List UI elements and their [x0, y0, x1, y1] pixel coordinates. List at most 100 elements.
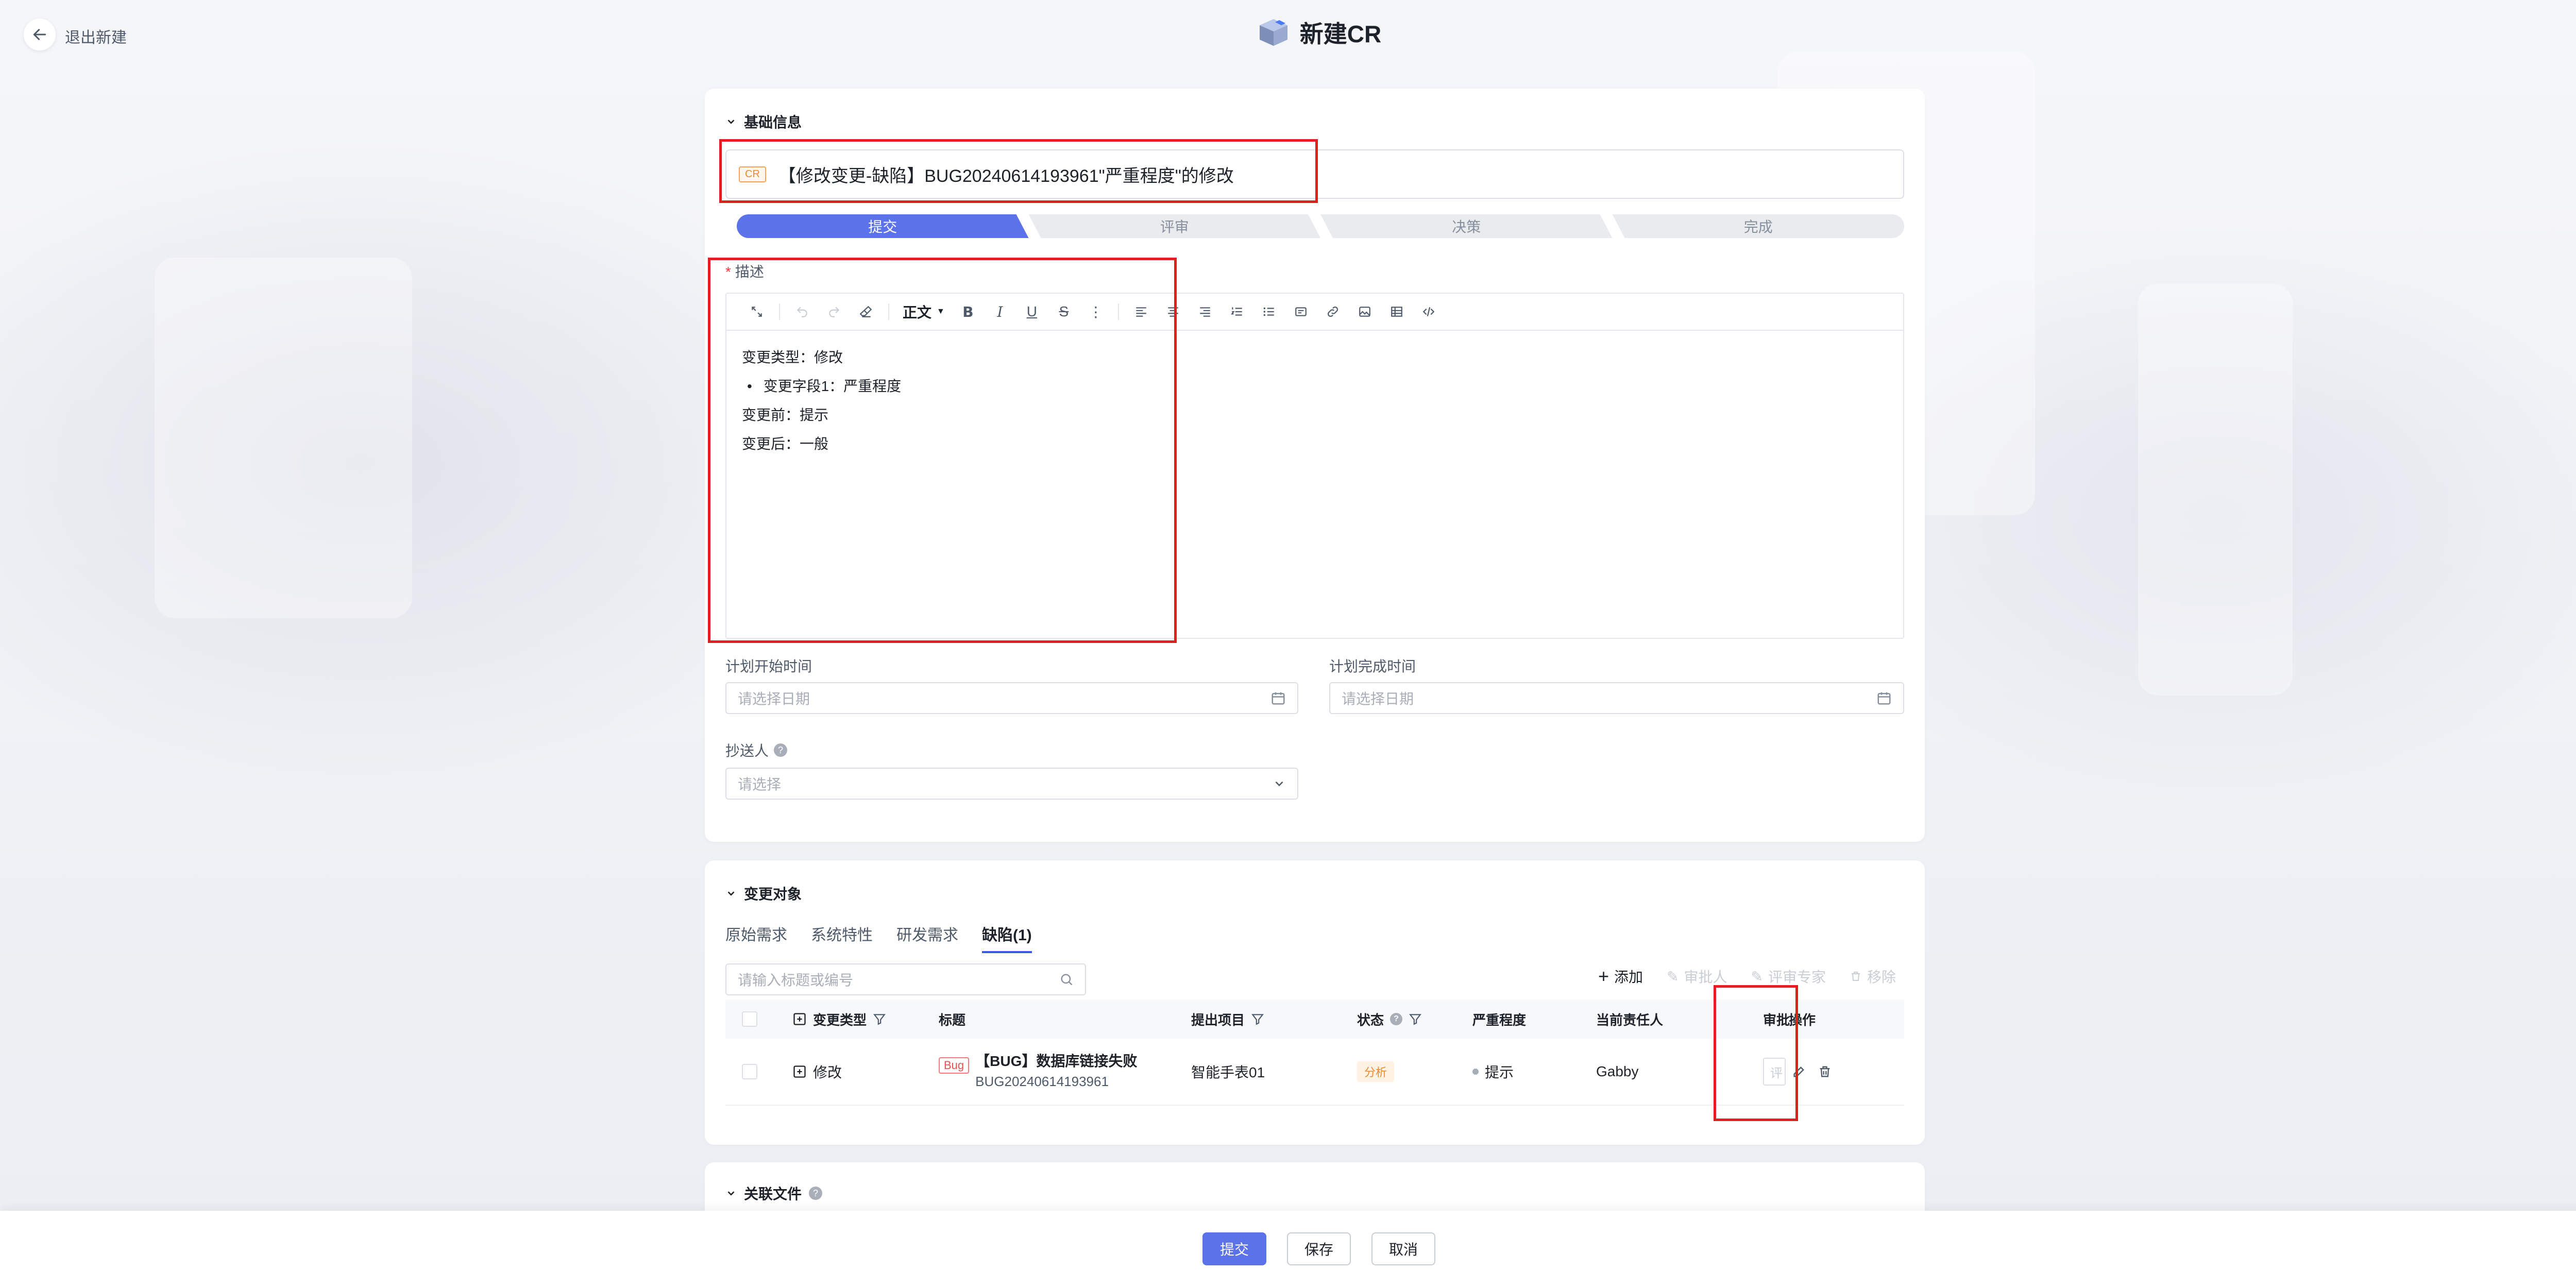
cc-label-text: 抄送人 [725, 743, 769, 759]
ordered-list-icon[interactable] [1221, 299, 1253, 324]
review-expert-label: 评审专家 [1768, 969, 1826, 985]
col-actions: 操作 [1789, 1012, 1816, 1028]
table-icon[interactable] [1381, 299, 1413, 324]
help-icon[interactable]: ? [1390, 1013, 1403, 1025]
italic-icon[interactable]: I [984, 299, 1016, 324]
approver-button[interactable]: ✎ 审批人 [1667, 966, 1727, 987]
row-title-block: 【BUG】数据库链接失败 BUG20240614193961 [975, 1050, 1137, 1090]
editor-toolbar: 正文 ▼ B I U S ⋮ [726, 294, 1903, 331]
bullet-list-icon[interactable] [1253, 299, 1285, 324]
plus-square-icon[interactable] [792, 1012, 807, 1026]
progress-steps: 提交 评审 决策 完成 [737, 214, 1904, 238]
more-icon[interactable]: ⋮ [1080, 299, 1112, 324]
row-checkbox[interactable] [742, 1064, 757, 1079]
row-title[interactable]: 【BUG】数据库链接失败 [975, 1050, 1137, 1071]
col-change-type: 变更类型 [813, 1012, 867, 1028]
plan-end-input[interactable]: 请选择日期 [1329, 682, 1904, 714]
submit-button[interactable]: 提交 [1202, 1232, 1266, 1265]
image-icon[interactable] [1349, 299, 1381, 324]
editor-bullet-line: • 变更字段1：严重程度 [747, 378, 902, 394]
undo-icon[interactable] [786, 299, 818, 324]
align-left-icon[interactable] [1125, 299, 1157, 324]
filter-icon[interactable] [1251, 1012, 1264, 1026]
align-center-icon[interactable] [1157, 299, 1189, 324]
link-icon[interactable] [1317, 299, 1349, 324]
search-icon [1061, 974, 1073, 986]
chevron-down-icon [727, 1191, 735, 1196]
review-input[interactable]: 评 [1763, 1058, 1786, 1086]
calendar-icon [1272, 692, 1285, 705]
footer-bar: 提交 保存 取消 [0, 1211, 2576, 1287]
select-all-checkbox[interactable] [742, 1011, 757, 1027]
edit-icon[interactable] [1792, 1064, 1806, 1079]
required-mark: * [725, 264, 731, 280]
eraser-icon[interactable] [850, 299, 882, 324]
col-review: 审批 [1763, 1012, 1790, 1028]
add-label: 添加 [1614, 969, 1643, 985]
description-label-text: 描述 [735, 264, 764, 280]
editor-content[interactable]: 变更类型：修改 • 变更字段1：严重程度 变更前：提示 变更后：一般 [726, 331, 1903, 471]
help-icon[interactable]: ? [774, 743, 788, 757]
editor-line: 变更前：提示 [742, 407, 829, 423]
review-expert-button[interactable]: ✎ 评审专家 [1751, 966, 1826, 987]
cancel-button[interactable]: 取消 [1371, 1232, 1436, 1265]
caret-down-icon: ▼ [937, 307, 945, 316]
search-placeholder: 请输入标题或编号 [738, 972, 854, 988]
add-button[interactable]: + 添加 [1598, 966, 1643, 987]
change-objects-card: 变更对象 原始需求 系统特性 研发需求 缺陷(1) 请输入标题或编号 + 添加 ✎… [705, 860, 1925, 1145]
help-icon[interactable]: ? [809, 1187, 823, 1200]
code-icon[interactable] [1413, 299, 1445, 324]
object-search-input[interactable]: 请输入标题或编号 [725, 963, 1086, 995]
underline-icon[interactable]: U [1016, 299, 1048, 324]
col-owner: 当前责任人 [1596, 1012, 1664, 1028]
editor-bullet-text: 变更字段1：严重程度 [763, 378, 902, 394]
row-owner: Gabby [1596, 1063, 1639, 1079]
strikethrough-icon[interactable]: S [1048, 299, 1080, 324]
editor-line: 变更后：一般 [742, 436, 829, 452]
cc-label: 抄送人 ? [725, 740, 788, 760]
change-objects-title: 变更对象 [744, 886, 802, 902]
redo-icon[interactable] [818, 299, 850, 324]
toolbar-divider [1117, 303, 1119, 320]
bold-icon[interactable]: B [952, 299, 984, 324]
tab-original-req[interactable]: 原始需求 [725, 922, 787, 953]
plan-start-input[interactable]: 请选择日期 [725, 682, 1298, 714]
basic-info-header[interactable]: 基础信息 [725, 111, 802, 132]
cc-select[interactable]: 请选择 [725, 768, 1298, 800]
blockquote-icon[interactable] [1285, 299, 1317, 324]
tab-defect[interactable]: 缺陷(1) [982, 922, 1032, 953]
tab-system-feature[interactable]: 系统特性 [811, 922, 873, 953]
change-objects-header[interactable]: 变更对象 [725, 883, 802, 904]
table-header: 变更类型 标题 提出项目 状态 ? 严重程度 当前责任人 审批 操作 [725, 1000, 1904, 1039]
page-title-text: 新建CR [1299, 21, 1382, 47]
filter-icon[interactable] [873, 1012, 886, 1026]
cc-placeholder: 请选择 [738, 776, 782, 792]
trash-icon[interactable] [1818, 1064, 1832, 1079]
object-tabs: 原始需求 系统特性 研发需求 缺陷(1) [725, 922, 1032, 953]
col-title: 标题 [939, 1012, 966, 1028]
plus-icon: + [1598, 966, 1609, 987]
plus-square-icon[interactable] [792, 1064, 807, 1079]
background-decoration [2138, 283, 2293, 696]
basic-info-title: 基础信息 [744, 114, 802, 130]
approver-label: 审批人 [1684, 969, 1727, 985]
remove-button[interactable]: 移除 [1850, 966, 1896, 987]
rich-text-editor[interactable]: 正文 ▼ B I U S ⋮ 变更类型：修改 • 变更字段1：严重程度 变更前：提… [725, 293, 1904, 639]
cr-title-input[interactable]: CR 【修改变更-缺陷】BUG20240614193961"严重程度"的修改 [725, 149, 1904, 199]
pencil-icon: ✎ [1751, 968, 1763, 985]
format-select[interactable]: 正文 ▼ [895, 301, 952, 322]
align-right-icon[interactable] [1189, 299, 1221, 324]
chevron-down-icon [727, 120, 735, 124]
step-submit: 提交 [737, 214, 1029, 238]
save-button[interactable]: 保存 [1286, 1232, 1351, 1265]
table-row[interactable]: 修改 Bug 【BUG】数据库链接失败 BUG20240614193961 智能… [725, 1039, 1904, 1106]
format-label: 正文 [903, 304, 932, 320]
tab-rd-req[interactable]: 研发需求 [896, 922, 958, 953]
remove-label: 移除 [1867, 969, 1896, 985]
related-files-header[interactable]: 关联文件 ? [725, 1183, 823, 1204]
editor-line: 变更类型：修改 [742, 349, 843, 365]
fullscreen-icon[interactable] [741, 299, 773, 324]
filter-icon[interactable] [1409, 1012, 1422, 1026]
pencil-icon: ✎ [1667, 968, 1679, 985]
cr-tag: CR [739, 166, 766, 182]
